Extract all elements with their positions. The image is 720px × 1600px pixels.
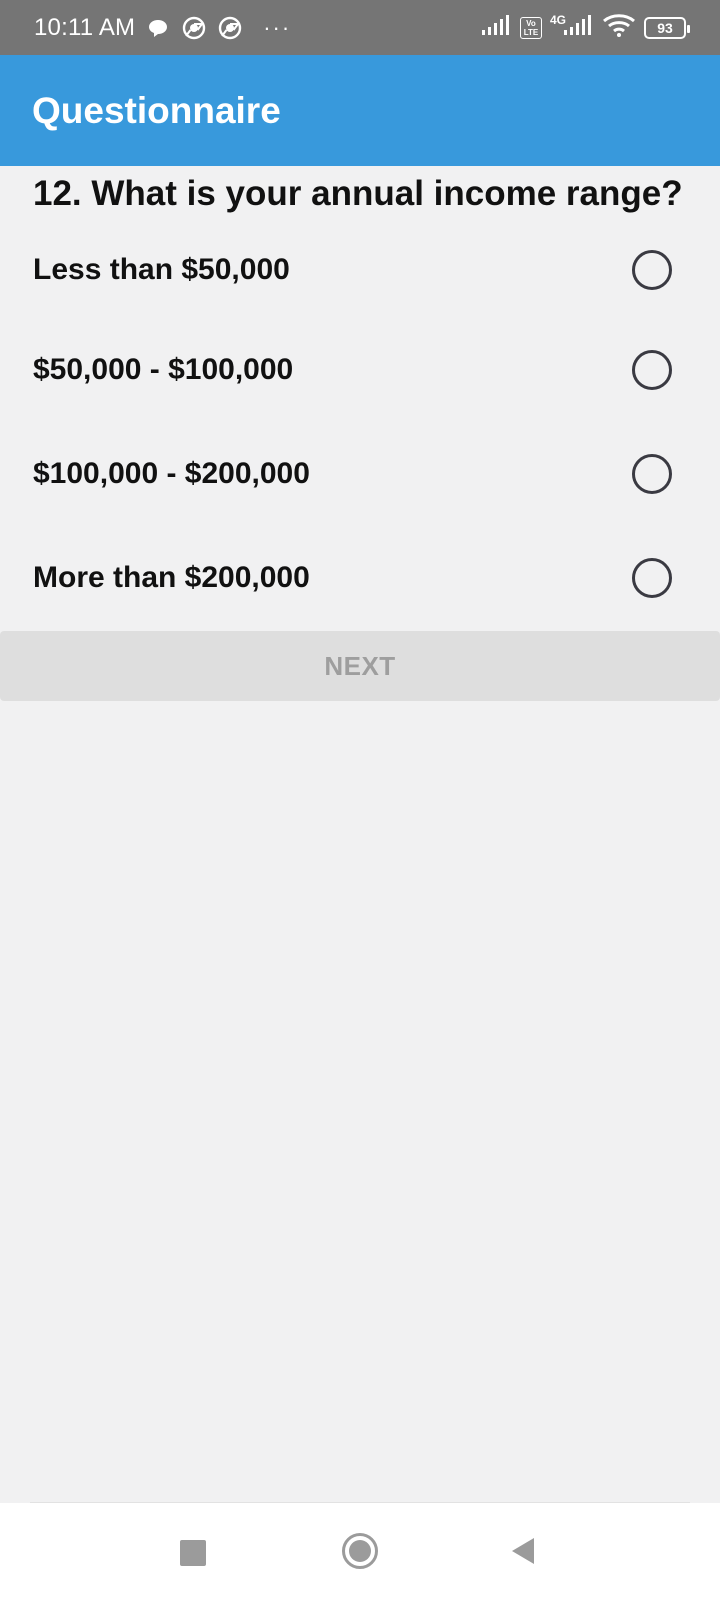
volte-icon: Vo LTE [519, 16, 542, 39]
wifi-icon [602, 13, 636, 42]
chrome-icon [181, 15, 207, 41]
radio-button[interactable] [632, 558, 672, 598]
chrome-icon [217, 15, 243, 41]
recents-icon[interactable] [180, 1540, 206, 1566]
option-row[interactable]: More than $200,000 [0, 526, 720, 630]
next-button[interactable]: NEXT [0, 631, 720, 701]
questionnaire-content: 12. What is your annual income range? Le… [0, 166, 720, 630]
status-time: 10:11 AM [34, 13, 136, 41]
option-label: Less than $50,000 [33, 253, 290, 286]
option-label: $50,000 - $100,000 [33, 353, 294, 386]
signal-icon [564, 15, 594, 40]
status-left: 10:11 AM ··· [34, 14, 291, 42]
chat-bubble-icon [145, 15, 171, 41]
back-icon[interactable] [508, 1536, 536, 1566]
option-row[interactable]: $100,000 - $200,000 [0, 422, 720, 526]
signal-icon [481, 15, 512, 40]
battery-icon: 93 [644, 16, 690, 39]
status-bar: 10:11 AM ··· Vo LTE 4G 93 [0, 0, 720, 55]
radio-button[interactable] [632, 350, 672, 390]
option-label: $100,000 - $200,000 [33, 457, 310, 490]
network-type-label: 4G [549, 12, 566, 27]
page-title: Questionnaire [32, 89, 281, 131]
status-right: Vo LTE 4G 93 [481, 12, 690, 42]
home-icon-inner [349, 1540, 371, 1562]
home-icon[interactable] [342, 1533, 378, 1569]
radio-button[interactable] [632, 454, 672, 494]
radio-button[interactable] [632, 250, 672, 290]
app-bar: Questionnaire [0, 55, 720, 166]
screen: 10:11 AM ··· Vo LTE 4G 93 Questionnaire … [0, 0, 720, 1600]
option-row[interactable]: $50,000 - $100,000 [0, 318, 720, 422]
battery-level: 93 [657, 19, 673, 36]
navigation-bar [0, 1503, 720, 1600]
more-notifications-icon: ··· [263, 14, 292, 40]
question-text: 12. What is your annual income range? [33, 174, 683, 213]
option-label: More than $200,000 [33, 561, 310, 594]
option-row[interactable]: Less than $50,000 [0, 222, 720, 318]
